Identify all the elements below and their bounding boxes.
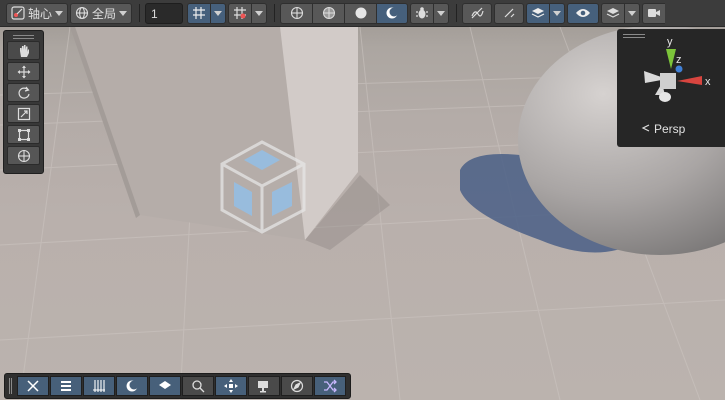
camera-preview-button[interactable] (248, 376, 280, 396)
rect-tool-button[interactable] (7, 125, 40, 144)
wireframe-shading-button[interactable] (280, 2, 313, 24)
overlay-toolbar (4, 373, 351, 399)
move-tool-button[interactable] (7, 62, 40, 81)
light-off-icon (502, 6, 516, 20)
gizmo-negz-cone[interactable] (659, 92, 671, 102)
chevron-down-icon (214, 10, 223, 16)
camera-settings-button[interactable] (642, 2, 666, 24)
pivot-dropdown[interactable]: 轴心 (6, 2, 69, 24)
shuffle-icon (323, 379, 337, 393)
effects-layers-icon (531, 6, 545, 20)
global-dropdown[interactable]: 全局 (70, 2, 133, 24)
component-tools-button[interactable] (50, 376, 82, 396)
projection-toggle[interactable]: Persp (641, 122, 685, 136)
component-icon (59, 379, 73, 393)
overlay-toolbar-grip[interactable] (9, 378, 13, 394)
projection-label: Persp (654, 122, 686, 136)
gizmo-x-cone[interactable] (677, 76, 702, 85)
scale-icon (17, 107, 31, 121)
move-icon (17, 65, 31, 79)
chevron-down-icon (55, 10, 64, 16)
draw-modes-button[interactable] (116, 376, 148, 396)
cube-object (70, 27, 358, 240)
increment-snap-field[interactable]: 1 (145, 2, 184, 24)
orientation-gizmo[interactable]: y z x Persp (617, 29, 725, 147)
shaded-button[interactable] (344, 2, 377, 24)
chevron-down-icon (119, 10, 128, 16)
eye-icon (575, 7, 591, 19)
unlit-shading-button[interactable] (376, 2, 409, 24)
gizmo-z-label: z (676, 54, 682, 66)
grid-visibility-dropdown[interactable] (251, 2, 268, 24)
hand-tool-button[interactable] (7, 41, 40, 60)
search-button[interactable] (182, 376, 214, 396)
chevron-left-icon (641, 122, 651, 136)
transform-tool-button[interactable] (7, 146, 40, 165)
pivot-icon (11, 6, 25, 20)
view-options-button[interactable] (149, 376, 181, 396)
grid-snap-dropdown[interactable] (210, 2, 227, 24)
transform-handle-icon (224, 379, 238, 393)
gizmo-z-cone[interactable] (675, 65, 683, 73)
rotate-icon (17, 86, 31, 100)
toolbar-divider (274, 4, 276, 22)
hand-icon (17, 44, 31, 58)
shaded-wireframe-sphere-icon (322, 6, 336, 20)
chevron-down-icon (255, 10, 264, 16)
gizmo-center-cube[interactable] (660, 73, 676, 89)
rect-transform-icon (17, 128, 31, 142)
2d-toggle-button[interactable] (462, 2, 493, 24)
layers-dropdown[interactable] (624, 2, 641, 24)
scale-tool-button[interactable] (7, 104, 40, 123)
shuffle-button[interactable] (314, 376, 346, 396)
layers-button[interactable] (601, 2, 625, 24)
toolbar-divider (456, 4, 458, 22)
tool-palette (3, 30, 44, 174)
gizmo-x-label: x (705, 76, 711, 88)
tool-palette-grip[interactable] (7, 33, 40, 41)
toolbar-divider (139, 4, 141, 22)
effects-dropdown[interactable] (549, 2, 566, 24)
debug-draw-mode-dropdown[interactable] (433, 2, 450, 24)
layers-icon (158, 379, 172, 393)
globe-icon (75, 6, 89, 20)
tools-icon (26, 379, 40, 393)
video-camera-icon (647, 7, 661, 19)
chevron-down-icon (437, 10, 446, 16)
transform-handles-button[interactable] (215, 376, 247, 396)
bug-icon (415, 6, 429, 20)
gizmo-y-cone[interactable] (666, 49, 676, 69)
scene-toolbar: 轴心 全局 1 (0, 0, 725, 27)
scene-visibility-button[interactable] (567, 2, 600, 24)
solid-sphere-icon (354, 6, 368, 20)
grid-snapping-button[interactable] (83, 376, 115, 396)
grid-snap-icon (92, 379, 106, 393)
half-moon-sphere-icon (385, 6, 399, 20)
grid-icon (233, 6, 247, 20)
navigation-button[interactable] (281, 376, 313, 396)
tool-settings-button[interactable] (17, 376, 49, 396)
global-label: 全局 (92, 6, 117, 21)
grid-snap-button[interactable] (187, 2, 211, 24)
grid-visibility-button[interactable] (228, 2, 252, 24)
pivot-label: 轴心 (28, 6, 53, 21)
chevron-down-icon (553, 10, 562, 16)
debug-draw-mode-button[interactable] (410, 2, 434, 24)
wireframe-sphere-icon (290, 6, 304, 20)
axis-gizmo-graphic[interactable]: y z x (617, 29, 725, 119)
navigate-icon (290, 379, 304, 393)
rotate-tool-button[interactable] (7, 83, 40, 102)
chevron-down-icon (628, 10, 637, 16)
camera-icon (257, 379, 271, 393)
shaded-wireframe-button[interactable] (312, 2, 345, 24)
effects-button[interactable] (526, 2, 550, 24)
grid-snap-icon (192, 6, 206, 20)
2d-mode-icon (470, 6, 484, 20)
transform-icon (17, 149, 31, 163)
gizmo-y-label: y (667, 36, 673, 48)
shading-icon (125, 379, 139, 393)
layers-icon (606, 6, 620, 20)
lighting-toggle-button[interactable] (494, 2, 525, 24)
search-icon (191, 379, 205, 393)
